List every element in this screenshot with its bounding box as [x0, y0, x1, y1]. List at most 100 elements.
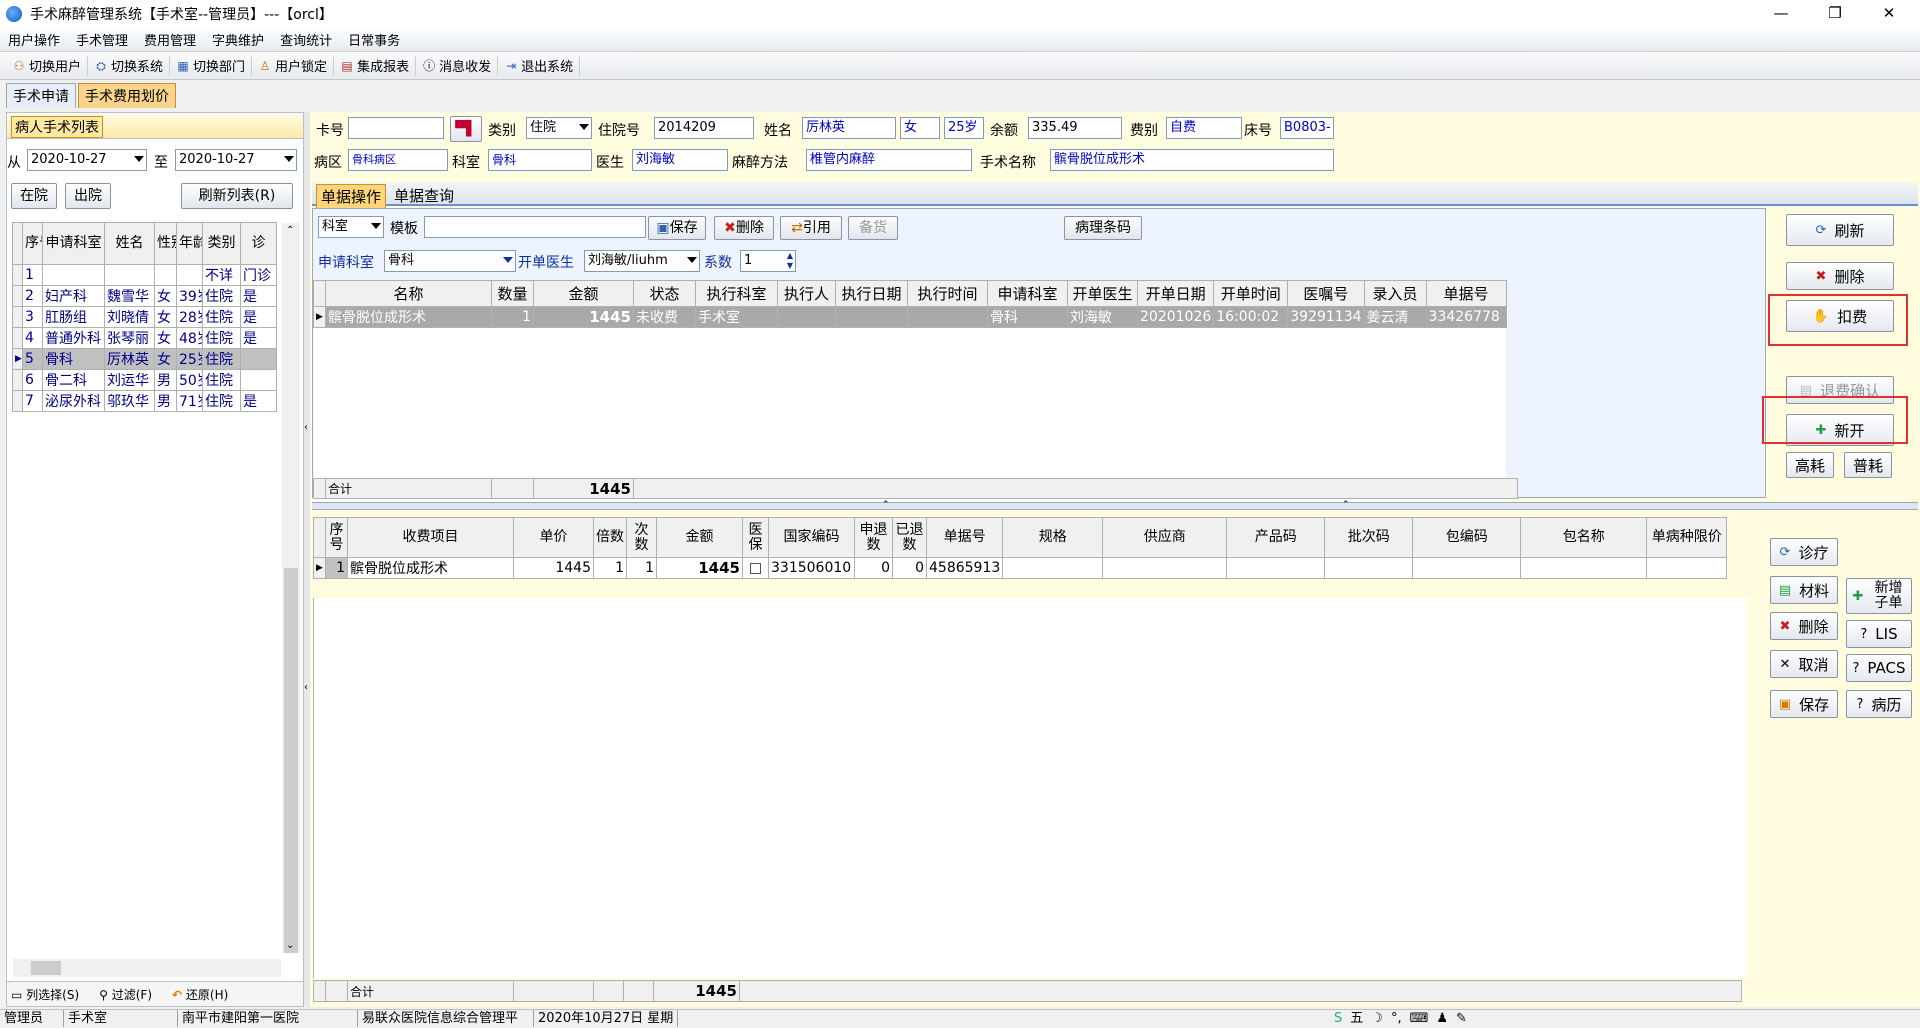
col-header[interactable]: 开单时间	[1213, 280, 1289, 307]
table-row[interactable]: ▶5骨科厉林英女25岁住院	[12, 348, 277, 370]
backup-button[interactable]: 备货	[848, 216, 898, 240]
tab-doc-ops[interactable]: 单据操作	[316, 184, 387, 209]
tab-surgery-apply[interactable]: 手术申请	[6, 83, 76, 108]
col-header[interactable]: 执行人	[777, 280, 836, 307]
general-cost-button[interactable]: 普耗	[1844, 452, 1892, 478]
dept-field[interactable]: 骨科	[488, 149, 592, 171]
col-header[interactable]: 单病种限价	[1646, 517, 1728, 558]
reference-button[interactable]: ⇄引用	[780, 216, 842, 240]
col-header[interactable]: 金额	[656, 517, 743, 558]
ime-mode-icon[interactable]: 五	[1346, 1010, 1367, 1027]
col-header[interactable]: 单据号	[1425, 280, 1507, 307]
tab-surgery-fee[interactable]: 手术费用划价	[78, 83, 176, 108]
col-header[interactable]: 已退数	[892, 517, 927, 558]
inpatient-button[interactable]: 在院	[11, 183, 57, 209]
col-header[interactable]: 收费项目	[347, 517, 514, 558]
col-header[interactable]: 序号	[22, 222, 43, 265]
punct-icon[interactable]: °,	[1387, 1010, 1406, 1027]
to-date-picker[interactable]: 2020-10-27	[175, 149, 297, 171]
tool-icon[interactable]: ✎	[1452, 1010, 1471, 1027]
col-header[interactable]: 申请科室	[987, 280, 1068, 307]
lis-button[interactable]: ? LIS	[1846, 620, 1912, 648]
admission-field[interactable]: 2014209	[654, 117, 754, 139]
menu-dictionary[interactable]: 字典维护	[204, 30, 272, 49]
menu-user-ops[interactable]: 用户操作	[0, 30, 68, 49]
table-row[interactable]: 7泌尿外科邬玖华男71岁住院是	[12, 390, 277, 412]
age-field[interactable]: 25岁	[944, 117, 984, 139]
switch-user-button[interactable]: ⚇ 切换用户	[6, 55, 89, 76]
table-row[interactable]: 1 不详 门诊	[12, 264, 277, 286]
scroll-thumb[interactable]	[284, 568, 298, 953]
user-icon[interactable]: ♟	[1432, 1010, 1452, 1027]
col-header[interactable]: 数量	[491, 280, 534, 307]
switch-dept-button[interactable]: ▦ 切换部门	[170, 55, 253, 76]
report-button[interactable]: ▤ 集成报表	[334, 55, 417, 76]
col-header[interactable]: 年龄	[176, 222, 203, 265]
apply-dept-select[interactable]: 骨科	[384, 250, 516, 272]
new-sub-order-button[interactable]: ✚ 新增子单	[1846, 578, 1912, 614]
refresh-button[interactable]: ⟳ 刷新	[1786, 214, 1894, 246]
order-doctor-select[interactable]: 刘海敏/liuhm	[584, 250, 700, 272]
discharged-button[interactable]: 出院	[65, 183, 111, 209]
from-date-picker[interactable]: 2020-10-27	[27, 149, 147, 171]
col-header[interactable]: 医嘱号	[1287, 280, 1365, 307]
col-header[interactable]: 录入员	[1363, 280, 1427, 307]
fee-type-field[interactable]: 自费	[1166, 117, 1242, 139]
col-header[interactable]: 序号	[325, 517, 348, 558]
col-header[interactable]: 执行时间	[907, 280, 988, 307]
col-header[interactable]: 医保	[742, 517, 769, 558]
minimize-button[interactable]: —	[1758, 0, 1804, 28]
col-header[interactable]: 申请科室	[42, 222, 105, 265]
col-header[interactable]: 倍数	[593, 517, 627, 558]
menu-query-stats[interactable]: 查询统计	[272, 30, 340, 49]
col-header[interactable]: 开单日期	[1136, 280, 1215, 307]
surgery-field[interactable]: 髌骨脱位成形术	[1050, 149, 1334, 171]
table-row[interactable]: ▶ 1 髌骨脱位成形术 1445 1 1 1445 331506010 0 0 45865913	[313, 557, 1728, 579]
menu-fee-mgmt[interactable]: 费用管理	[136, 30, 204, 49]
pacs-button[interactable]: ? PACS	[1846, 654, 1912, 682]
ime-icon[interactable]: S	[1330, 1010, 1346, 1027]
doctor-field[interactable]: 刘海敏	[632, 149, 728, 171]
card-input[interactable]	[348, 117, 444, 139]
consult-button[interactable]: ⟳ 诊疗	[1770, 538, 1838, 566]
coef-stepper[interactable]: 1 ▲ ▼	[740, 250, 796, 272]
keyboard-icon[interactable]: ⌨	[1406, 1010, 1433, 1027]
name-field[interactable]: 厉林英	[802, 117, 896, 139]
col-header[interactable]: 包名称	[1520, 517, 1648, 558]
bed-field[interactable]: B0803-	[1280, 117, 1334, 139]
spin-icon[interactable]: ▲ ▼	[787, 251, 793, 271]
moon-icon[interactable]: ☽	[1367, 1010, 1387, 1027]
patient-list-vscroll[interactable]: ⌃ ⌄	[282, 223, 300, 953]
column-select-button[interactable]: ▭ 列选择(S)	[11, 986, 89, 1003]
card-reader-button[interactable]: ▀▌	[450, 116, 482, 142]
medical-record-button[interactable]: ? 病历	[1846, 690, 1912, 718]
template-input[interactable]	[424, 216, 646, 238]
close-button[interactable]: ✕	[1866, 0, 1912, 28]
col-header[interactable]: 批次码	[1324, 517, 1414, 558]
col-header[interactable]: 性别	[154, 222, 177, 265]
tab-doc-query[interactable]: 单据查询	[390, 184, 458, 207]
collapse-up-icon[interactable]: ⌃	[1342, 500, 1350, 510]
delete-button[interactable]: ✖删除	[714, 216, 774, 240]
menu-daily[interactable]: 日常事务	[340, 30, 408, 49]
anes-field[interactable]: 椎管内麻醉	[806, 149, 972, 171]
collapse-left-icon[interactable]: ‹	[304, 682, 308, 693]
grid-divider[interactable]: ⌃ ⌃	[312, 500, 1918, 510]
col-header[interactable]: 开单医生	[1067, 280, 1138, 307]
category-select[interactable]: 住院	[526, 117, 592, 139]
restore-button[interactable]: ↶ 还原(H)	[172, 986, 238, 1003]
col-header[interactable]: 产品码	[1226, 517, 1326, 558]
col-header[interactable]: 供应商	[1102, 517, 1228, 558]
high-cost-button[interactable]: 高耗	[1786, 452, 1834, 478]
scroll-thumb[interactable]	[31, 961, 61, 975]
scope-select[interactable]: 科室	[318, 216, 384, 238]
col-header[interactable]: 单据号	[925, 517, 1004, 558]
save-button[interactable]: ▣保存	[648, 216, 706, 240]
menu-surgery-mgmt[interactable]: 手术管理	[68, 30, 136, 49]
material-button[interactable]: ▤ 材料	[1770, 576, 1838, 604]
col-header[interactable]: 国家编码	[768, 517, 855, 558]
col-header[interactable]: 包编码	[1412, 517, 1522, 558]
col-header[interactable]: 单价	[513, 517, 594, 558]
col-header[interactable]: 申退数	[854, 517, 893, 558]
lock-user-button[interactable]: ♙ 用户锁定	[252, 55, 335, 76]
